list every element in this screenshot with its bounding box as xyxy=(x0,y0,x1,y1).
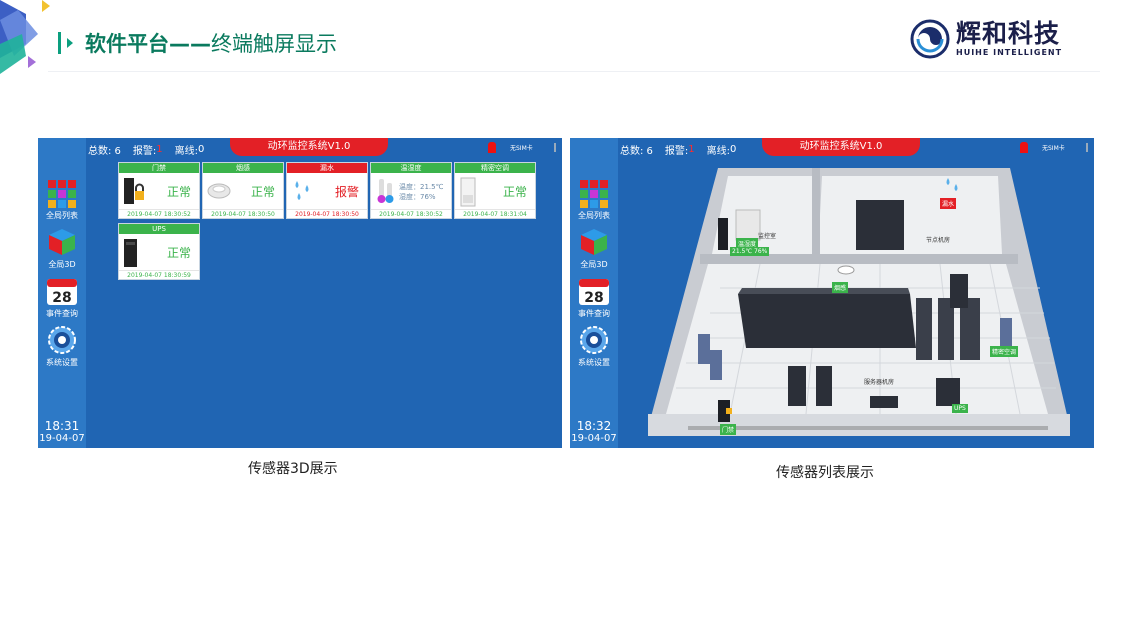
caption-3d: 传感器列表展示 xyxy=(776,465,874,481)
touchscreen-3d: 全局列表 全局3D 28 事件查询 系统设置 18:32 19-04-07 总数… xyxy=(570,138,1094,448)
temperature-value: 温度：21.5℃ xyxy=(399,183,444,191)
marker-water-leak[interactable]: 漏水 xyxy=(940,198,957,209)
calendar-icon: 28 xyxy=(47,279,77,306)
sidebar-label-settings: 系统设置 xyxy=(46,358,78,367)
tile-title: 漏水 xyxy=(287,163,367,173)
offline-label: 离线: xyxy=(174,145,199,157)
clock: 18:31 19-04-07 xyxy=(38,419,86,445)
room-monitor[interactable]: 监控室 xyxy=(756,230,778,241)
tile-title: 温湿度 xyxy=(371,163,451,173)
marker-ups[interactable]: UPS xyxy=(952,404,968,413)
tile-time: 2019-04-07 18:30:52 xyxy=(371,209,451,220)
sidebar-item-event-query[interactable]: 28 事件查询 xyxy=(46,276,78,319)
room-server[interactable]: 服务器机房 xyxy=(862,376,896,387)
alarm-count: 1 xyxy=(156,143,163,155)
tile-status: 报警 xyxy=(334,185,359,199)
title-main: 软件平台—— xyxy=(85,32,211,56)
caption-list: 传感器3D展示 xyxy=(248,461,338,477)
sensor-tile-ac[interactable]: 精密空调 正常 2019-04-07 18:31:04 xyxy=(454,162,536,219)
title-sub: 终端触屏显示 xyxy=(211,32,337,56)
water-leak-icon xyxy=(295,181,309,200)
header-divider xyxy=(48,71,1100,72)
calendar-day: 28 xyxy=(52,290,71,306)
touchscreen-list: 全局列表 全局3D 28 事件查询 系统设置 18:31 19-04-07 总数… xyxy=(38,138,562,448)
logo-name: 辉和科技 xyxy=(956,19,1061,48)
offline-count: 0 xyxy=(198,143,205,155)
sim-status: 无SIM卡 xyxy=(510,145,533,152)
smoke-detector-icon xyxy=(207,183,231,199)
tile-title: 门禁 xyxy=(119,163,199,173)
sensor-tile-door[interactable]: 门禁 正常 2019-04-07 18:30:52 xyxy=(118,162,200,219)
tile-time: 2019-04-07 18:30:50 xyxy=(287,209,367,220)
clock-time: 18:31 xyxy=(44,419,80,433)
logo-swirl-icon xyxy=(910,19,950,59)
company-logo: 辉和科技 HUIHE INTELLIGENT xyxy=(910,19,1062,59)
ups-icon xyxy=(124,239,137,267)
alarm-label: 报警: xyxy=(132,145,157,157)
slide-title: 软件平台—— 终端触屏显示 xyxy=(58,28,337,58)
tile-status: 正常 xyxy=(166,246,191,260)
slide: 软件平台—— 终端触屏显示 辉和科技 HUIHE INTELLIGENT 全局列… xyxy=(0,0,1136,639)
tile-time: 2019-04-07 18:30:50 xyxy=(203,209,283,220)
thermometer-icon xyxy=(377,179,394,203)
panel-list-view: 全局列表 全局3D 28 事件查询 系统设置 18:31 19-04-07 总数… xyxy=(38,138,562,448)
marker-ac[interactable]: 精密空调 xyxy=(990,346,1019,357)
title-arrow-icon xyxy=(67,38,73,48)
alarm-light-icon[interactable] xyxy=(488,142,496,153)
lock-icon xyxy=(124,178,144,204)
sidebar-label-events: 事件查询 xyxy=(46,309,78,318)
signal-icon xyxy=(548,143,556,152)
tile-time: 2019-04-07 18:30:52 xyxy=(119,209,199,220)
sensor-tile-ups[interactable]: UPS 正常 2019-04-07 18:30:59 xyxy=(118,223,200,280)
sidebar-item-global-list[interactable]: 全局列表 xyxy=(46,210,78,221)
tile-title: 精密空调 xyxy=(455,163,535,173)
global-list-icon[interactable] xyxy=(48,180,76,208)
sensor-tile-smoke[interactable]: 烟感 正常 2019-04-07 18:30:50 xyxy=(202,162,284,219)
gear-icon xyxy=(48,326,76,354)
room-node[interactable]: 节点机房 xyxy=(924,234,952,245)
tile-status: 正常 xyxy=(250,185,275,199)
marker-temp-humidity-value[interactable]: 21.5℃ 76% xyxy=(730,247,770,256)
title-accent-bar xyxy=(58,32,61,54)
corner-decoration xyxy=(0,0,50,74)
system-title-banner: 动环监控系统V1.0 xyxy=(230,138,388,156)
sensor-tile-temp-humidity[interactable]: 温湿度 温度：21.5℃ 湿度：76% 2019-04-07 18:30:52 xyxy=(370,162,452,219)
cube-3d-icon xyxy=(49,229,75,255)
humidity-value: 湿度：76% xyxy=(399,193,436,201)
tile-title: 烟感 xyxy=(203,163,283,173)
tile-status: 正常 xyxy=(166,185,191,199)
marker-door[interactable]: 门禁 xyxy=(720,424,737,435)
clock-date: 19-04-07 xyxy=(39,433,85,444)
sidebar: 全局列表 全局3D 28 事件查询 xyxy=(38,138,86,448)
air-conditioner-icon xyxy=(460,177,476,207)
panel-3d-view: 全局列表 全局3D 28 事件查询 系统设置 18:32 19-04-07 总数… xyxy=(570,138,1094,448)
tile-time: 2019-04-07 18:30:59 xyxy=(119,270,199,281)
tile-time: 2019-04-07 18:31:04 xyxy=(455,209,535,220)
marker-smoke[interactable]: 烟感 xyxy=(832,282,849,293)
floorplan-3d[interactable] xyxy=(570,138,1094,448)
tile-status: 正常 xyxy=(502,185,527,199)
sensor-tile-water-leak[interactable]: 漏水 报警 2019-04-07 18:30:50 xyxy=(286,162,368,219)
total-count: 总数: 6 xyxy=(88,145,121,157)
sidebar-item-global-3d[interactable]: 全局3D xyxy=(45,227,79,270)
sidebar-item-settings[interactable]: 系统设置 xyxy=(46,325,78,368)
sidebar-label-3d: 全局3D xyxy=(48,260,76,269)
tile-title: UPS xyxy=(119,224,199,234)
logo-english: HUIHE INTELLIGENT xyxy=(956,48,1063,57)
